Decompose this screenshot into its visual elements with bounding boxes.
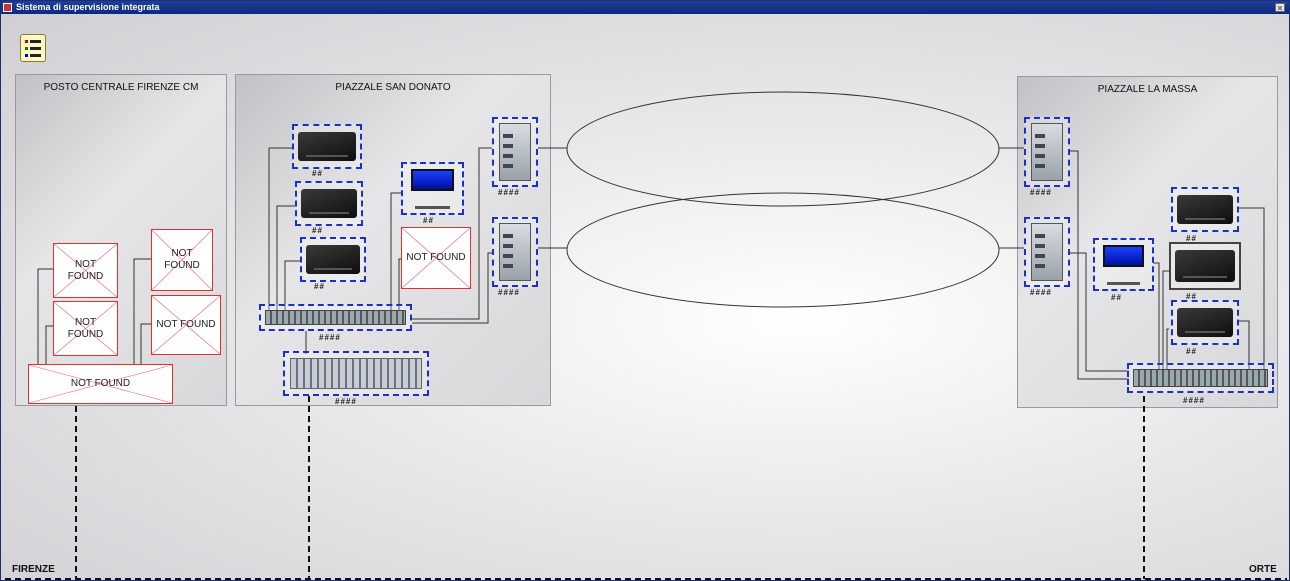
switch-device[interactable] (259, 304, 412, 331)
placeholder-text: NOT FOUND (406, 252, 466, 263)
router-icon (306, 245, 360, 274)
switch-device[interactable] (1024, 217, 1070, 287)
app-icon (3, 3, 12, 12)
placeholder-text: NOT FOUND (156, 319, 216, 330)
workstation-device[interactable] (1093, 238, 1154, 291)
router-icon (301, 189, 357, 218)
switch-icon (1031, 223, 1063, 281)
switch-icon (499, 223, 531, 281)
switch-icon (1133, 369, 1268, 387)
router-icon (1175, 250, 1235, 282)
device-label: #### (1030, 288, 1052, 297)
switch-icon (1031, 123, 1063, 181)
app-window: Sistema di supervisione integrata ✕ POST… (0, 0, 1290, 581)
router-device[interactable] (1171, 187, 1239, 232)
list-icon[interactable] (20, 34, 46, 62)
switch-device[interactable] (1024, 117, 1070, 187)
switch-device[interactable] (492, 117, 538, 187)
missing-image-placeholder[interactable]: NOT FOUND (151, 229, 213, 291)
device-label: ## (312, 226, 323, 235)
device-label: #### (1183, 396, 1205, 405)
device-label: ## (314, 282, 325, 291)
device-label: #### (498, 188, 520, 197)
switch-device[interactable] (283, 351, 429, 396)
switch-icon (290, 358, 422, 389)
window-title: Sistema di supervisione integrata (16, 2, 160, 12)
switch-device[interactable] (1127, 363, 1274, 393)
missing-image-placeholder[interactable]: NOT FOUND (151, 295, 221, 355)
router-device[interactable] (1169, 242, 1241, 290)
missing-image-placeholder[interactable]: NOT FOUND (401, 227, 471, 289)
router-device[interactable] (1171, 300, 1239, 345)
placeholder-text: NOT FOUND (67, 316, 104, 340)
router-icon (1177, 308, 1233, 337)
line-end-left: FIRENZE (12, 564, 55, 575)
missing-image-placeholder[interactable]: NOT FOUND (53, 243, 118, 298)
keyboard-icon (1107, 282, 1140, 285)
switch-icon (499, 123, 531, 181)
placeholder-text: NOT FOUND (70, 378, 131, 389)
placeholder-text: NOT FOUND (67, 258, 104, 282)
router-icon (1177, 195, 1233, 224)
line-end-right: ORTE (1249, 564, 1277, 575)
device-label: ## (423, 216, 434, 225)
device-label: #### (319, 333, 341, 342)
router-icon (298, 132, 356, 161)
switch-device[interactable] (492, 217, 538, 287)
missing-image-placeholder[interactable]: NOT FOUND (53, 301, 118, 356)
station-title: POSTO CENTRALE FIRENZE CM (43, 82, 199, 93)
station-title: PIAZZALE LA MASSA (1097, 84, 1198, 95)
workstation-device[interactable] (401, 162, 464, 215)
switch-icon (265, 310, 406, 325)
device-label: ## (312, 169, 323, 178)
monitor-icon (1103, 245, 1144, 267)
title-bar: Sistema di supervisione integrata ✕ (1, 1, 1289, 14)
keyboard-icon (415, 206, 450, 209)
monitor-icon (411, 169, 454, 191)
router-device[interactable] (292, 124, 362, 169)
device-label: ## (1111, 293, 1122, 302)
placeholder-text: NOT FOUND (164, 248, 200, 271)
device-label: #### (498, 288, 520, 297)
station-title: PIAZZALE SAN DONATO (335, 82, 451, 93)
missing-image-placeholder[interactable]: NOT FOUND (28, 364, 173, 404)
router-device[interactable] (295, 181, 363, 226)
router-device[interactable] (300, 237, 366, 282)
device-label: #### (1030, 188, 1052, 197)
device-label: ## (1186, 347, 1197, 356)
device-label: #### (335, 397, 357, 406)
close-button[interactable]: ✕ (1275, 3, 1285, 13)
